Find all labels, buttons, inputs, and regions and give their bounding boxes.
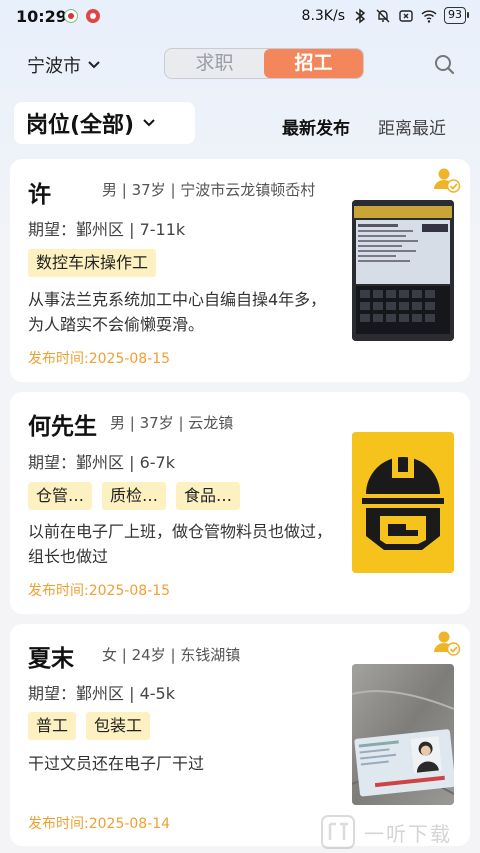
candidate-description: 干过文员还在电子厂干过	[28, 754, 205, 773]
skill-tags: 普工 包装工	[28, 712, 151, 740]
candidate-description: 以前在电子厂上班，做仓管物料员也做过，组长也做过	[28, 522, 333, 566]
candidate-info: 男 | 37岁 | 宁波市云龙镇顿岙村	[102, 181, 316, 199]
skill-tag: 仓管…	[28, 482, 93, 510]
candidate-info: 女 | 24岁 | 东钱湖镇	[102, 646, 241, 664]
network-speed: 8.3K/s	[301, 7, 345, 24]
search-icon[interactable]	[432, 52, 458, 78]
cnc-screen-thumbnail	[352, 200, 454, 341]
candidate-name: 何先生	[28, 414, 97, 440]
status-bar: 10:29 8.3K/s 93	[0, 0, 480, 34]
city-selector[interactable]: 宁波市	[27, 52, 101, 78]
bluetooth-icon	[355, 8, 366, 23]
watermark: 一听下载	[320, 812, 480, 852]
expected-salary: 期望：鄞州区 | 6-7k	[28, 453, 175, 472]
skill-tag: 数控车床操作工	[28, 249, 157, 277]
id-card-thumbnail	[352, 664, 454, 805]
battery-indicator: 93	[444, 7, 469, 24]
candidate-name: 许	[28, 182, 51, 208]
publish-date: 发布时间:2025-08-14	[28, 816, 171, 832]
skill-tag: 普工	[28, 712, 77, 740]
skill-tag: 食品…	[176, 482, 241, 510]
expected-salary: 期望：鄞州区 | 7-11k	[28, 220, 186, 239]
watermark-text: 一听下载	[364, 821, 452, 846]
publish-date: 发布时间:2025-08-15	[28, 583, 171, 599]
candidate-card[interactable]: 许 男 | 37岁 | 宁波市云龙镇顿岙村 期望：鄞州区 | 7-11k 数控车…	[10, 159, 470, 382]
tab-job-seeking[interactable]: 求职	[165, 49, 264, 78]
candidate-name: 夏末	[28, 646, 74, 672]
sim-off-icon	[399, 9, 413, 22]
candidate-info: 男 | 37岁 | 云龙镇	[110, 414, 234, 432]
chevron-down-icon	[88, 61, 100, 69]
status-time: 10:29	[16, 7, 67, 26]
helmet-logo-thumbnail	[352, 432, 454, 573]
mute-bell-icon	[376, 9, 390, 22]
wifi-icon	[421, 9, 437, 23]
expected-salary: 期望：鄞州区 | 4-5k	[28, 684, 175, 703]
sort-latest-button[interactable]: 最新发布	[282, 114, 350, 139]
skill-tag: 包装工	[86, 712, 151, 740]
skill-tags: 数控车床操作工	[28, 249, 157, 277]
app-notification-icon	[64, 9, 78, 23]
skill-tags: 仓管… 质检… 食品…	[28, 482, 241, 510]
candidate-card[interactable]: 何先生 男 | 37岁 | 云龙镇 期望：鄞州区 | 6-7k 仓管… 质检… …	[10, 392, 470, 614]
sort-nearest-button[interactable]: 距离最近	[378, 114, 446, 139]
status-right: 8.3K/s 93	[301, 7, 469, 24]
position-filter-label: 岗位(全部)	[26, 113, 135, 138]
position-filter-dropdown[interactable]: 岗位(全部)	[14, 102, 195, 144]
tab-recruiting[interactable]: 招工	[264, 49, 363, 78]
chevron-down-icon	[143, 119, 155, 127]
skill-tag: 质检…	[102, 482, 167, 510]
candidate-description: 从事法兰克系统加工中心自编自操4年多，为人踏实不会偷懒耍滑。	[28, 290, 327, 334]
watermark-logo	[321, 815, 355, 849]
verified-user-icon	[434, 168, 461, 193]
app-notification-icon-2	[86, 9, 100, 23]
city-label: 宁波市	[27, 56, 81, 77]
verified-user-icon	[434, 631, 461, 656]
publish-date: 发布时间:2025-08-15	[28, 351, 171, 367]
mode-segmented-control: 求职 招工	[164, 48, 364, 79]
